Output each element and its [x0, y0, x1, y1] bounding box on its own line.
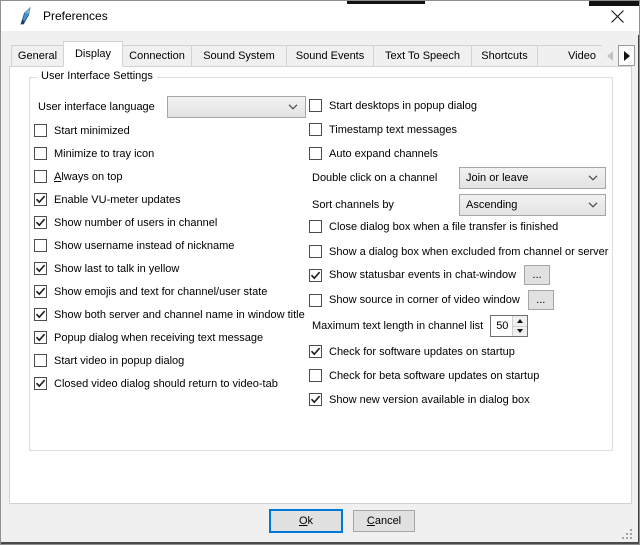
checkbox-row-close-dialog-box-when-a-file-transfer-is-finished[interactable]: Close dialog box when a file transfer is… [309, 219, 558, 234]
checkbox-row-start-minimized[interactable]: Start minimized [34, 123, 130, 138]
checkbox-checked[interactable] [309, 345, 322, 358]
cancel-button-label: Cancel [367, 515, 401, 527]
checkbox-unchecked[interactable] [34, 124, 47, 137]
select-value: Join or leave [466, 172, 528, 184]
checkbox-checked[interactable] [34, 377, 47, 390]
arrow-up-icon [517, 319, 523, 323]
checkbox-label: Start desktops in popup dialog [329, 100, 477, 112]
resize-grip[interactable] [621, 528, 634, 541]
preferences-dialog: Preferences GeneralDisplayConnectionSoun… [0, 0, 640, 545]
checkbox-label: Enable VU-meter updates [54, 194, 181, 206]
checkbox-row-show-last-to-talk-in-yellow[interactable]: Show last to talk in yellow [34, 261, 179, 276]
checkbox-unchecked[interactable] [309, 99, 322, 112]
checkbox-label: Check for software updates on startup [329, 346, 515, 358]
spinbox-maximum-text-length-in-channel-list[interactable]: 50 [490, 315, 528, 337]
checkbox-checked[interactable] [34, 308, 47, 321]
checkbox-label: Show new version available in dialog box [329, 394, 530, 406]
checkbox-row-minimize-to-tray-icon[interactable]: Minimize to tray icon [34, 146, 154, 161]
checkbox-label: Show source in corner of video window [329, 294, 520, 306]
checkbox-row-show-source-in-corner-of-video-window[interactable]: Show source in corner of video window... [309, 290, 554, 310]
checkbox-label: Show username instead of nickname [54, 240, 234, 252]
spin-up-button[interactable] [513, 316, 527, 326]
checkbox-unchecked[interactable] [34, 354, 47, 367]
background-fragment [589, 1, 640, 6]
checkbox-row-always-on-top[interactable]: Always on top [34, 169, 123, 184]
checkbox-label: Show emojis and text for channel/user st… [54, 286, 267, 298]
checkbox-unchecked[interactable] [309, 369, 322, 382]
checkbox-label: Always on top [54, 171, 123, 183]
checkbox-row-check-for-beta-software-updates-on-startup[interactable]: Check for beta software updates on start… [309, 368, 539, 383]
checkbox-label: Popup dialog when receiving text message [54, 332, 263, 344]
checkbox-label: Timestamp text messages [329, 124, 457, 136]
checkbox-label: Show both server and channel name in win… [54, 309, 305, 321]
checkbox-checked[interactable] [34, 216, 47, 229]
checkbox-row-start-video-in-popup-dialog[interactable]: Start video in popup dialog [34, 353, 184, 368]
checkbox-unchecked[interactable] [309, 294, 322, 307]
checkbox-checked[interactable] [34, 285, 47, 298]
checkbox-row-start-desktops-in-popup-dialog[interactable]: Start desktops in popup dialog [309, 98, 477, 113]
checkbox-unchecked[interactable] [34, 170, 47, 183]
checkbox-row-show-new-version-available-in-dialog-box[interactable]: Show new version available in dialog box [309, 392, 530, 407]
setting-label: Double click on a channel [312, 172, 437, 184]
background-fragment [347, 1, 425, 4]
checkbox-unchecked[interactable] [309, 245, 322, 258]
checkbox-unchecked[interactable] [309, 147, 322, 160]
checkbox-row-show-both-server-and-channel-name-in-window-title[interactable]: Show both server and channel name in win… [34, 307, 305, 322]
arrow-down-icon [517, 329, 523, 333]
checkbox-label: Minimize to tray icon [54, 148, 154, 160]
checkbox-label: Close dialog box when a file transfer is… [329, 221, 558, 233]
checkbox-label: Show last to talk in yellow [54, 263, 179, 275]
setting-row-sort-channels-by: Sort channels by Ascending [312, 194, 612, 216]
ellipsis-button-show-statusbar-events-in-chat-window[interactable]: ... [524, 265, 550, 285]
checkbox-label: Show statusbar events in chat-window [329, 269, 516, 281]
checkbox-row-show-number-of-users-in-channel[interactable]: Show number of users in channel [34, 215, 217, 230]
checkbox-row-auto-expand-channels[interactable]: Auto expand channels [309, 146, 438, 161]
checkbox-row-enable-vu-meter-updates[interactable]: Enable VU-meter updates [34, 192, 181, 207]
checkbox-checked[interactable] [309, 393, 322, 406]
chevron-down-icon [588, 175, 598, 181]
checkbox-row-show-a-dialog-box-when-excluded-from-channel-or-server[interactable]: Show a dialog box when excluded from cha… [309, 244, 608, 259]
checkbox-row-show-emojis-and-text-for-channel-user-state[interactable]: Show emojis and text for channel/user st… [34, 284, 267, 299]
checkbox-label: Show a dialog box when excluded from cha… [329, 246, 608, 258]
checkbox-label: Show number of users in channel [54, 217, 217, 229]
select-sort-channels-by[interactable]: Ascending [459, 194, 606, 216]
checkbox-checked[interactable] [309, 269, 322, 282]
checkbox-label: Auto expand channels [329, 148, 438, 160]
checkbox-checked[interactable] [34, 262, 47, 275]
checkbox-unchecked[interactable] [34, 239, 47, 252]
checkbox-checked[interactable] [34, 331, 47, 344]
checkbox-label: Check for beta software updates on start… [329, 370, 539, 382]
checkbox-row-show-username-instead-of-nickname[interactable]: Show username instead of nickname [34, 238, 234, 253]
ok-button[interactable]: Ok [269, 509, 343, 533]
chevron-down-icon [588, 202, 598, 208]
checkbox-label: Start video in popup dialog [54, 355, 184, 367]
checkbox-checked[interactable] [34, 193, 47, 206]
setting-label: Maximum text length in channel list [312, 320, 483, 332]
checkbox-unchecked[interactable] [309, 220, 322, 233]
checkbox-label: Closed video dialog should return to vid… [54, 378, 278, 390]
setting-row-maximum-text-length-in-channel-list: Maximum text length in channel list 50 [312, 315, 528, 337]
checkbox-row-closed-video-dialog-should-return-to-video-tab[interactable]: Closed video dialog should return to vid… [34, 376, 278, 391]
settings-rows: Start minimized Minimize to tray icon Alwa… [1, 1, 639, 544]
select-double-click-on-a-channel[interactable]: Join or leave [459, 167, 606, 189]
spin-down-button[interactable] [513, 326, 527, 337]
checkbox-label: Start minimized [54, 125, 130, 137]
checkbox-row-timestamp-text-messages[interactable]: Timestamp text messages [309, 122, 457, 137]
spinbox-value: 50 [491, 316, 512, 336]
checkbox-unchecked[interactable] [309, 123, 322, 136]
checkbox-row-show-statusbar-events-in-chat-window[interactable]: Show statusbar events in chat-window... [309, 265, 550, 285]
ellipsis-button-show-source-in-corner-of-video-window[interactable]: ... [528, 290, 554, 310]
checkbox-row-popup-dialog-when-receiving-text-message[interactable]: Popup dialog when receiving text message [34, 330, 263, 345]
checkbox-unchecked[interactable] [34, 147, 47, 160]
setting-row-double-click-on-a-channel: Double click on a channel Join or leave [312, 167, 612, 189]
select-value: Ascending [466, 199, 517, 211]
ok-button-label: Ok [299, 515, 313, 527]
cancel-button[interactable]: Cancel [353, 510, 415, 532]
setting-label: Sort channels by [312, 199, 394, 211]
checkbox-row-check-for-software-updates-on-startup[interactable]: Check for software updates on startup [309, 344, 515, 359]
